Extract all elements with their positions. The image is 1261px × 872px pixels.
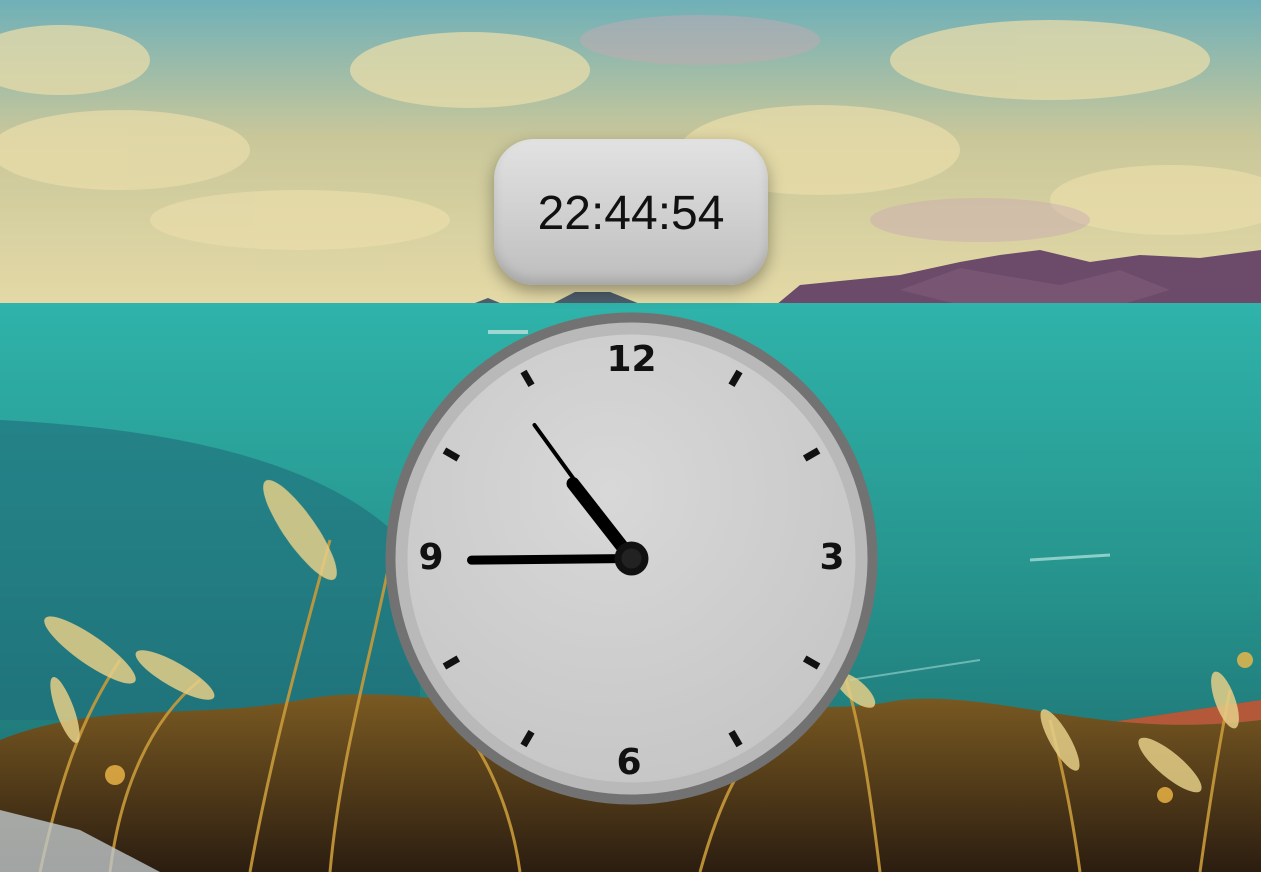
digital-time-display: 22:44:54 — [537, 186, 725, 240]
digital-clock-widget: 22:44:54 — [494, 139, 768, 285]
numeral-3: 3 — [819, 537, 844, 578]
clock-center-highlight — [621, 548, 642, 569]
numeral-12: 12 — [606, 339, 656, 380]
analog-clock-widget: 12 3 6 9 — [384, 311, 879, 806]
numeral-9: 9 — [418, 537, 443, 578]
analog-clock-face: 12 3 6 9 — [385, 312, 878, 805]
desktop-background: 22:44:54 12 3 6 9 — [0, 0, 1261, 872]
numeral-6: 6 — [616, 742, 641, 783]
minute-hand — [467, 554, 636, 565]
